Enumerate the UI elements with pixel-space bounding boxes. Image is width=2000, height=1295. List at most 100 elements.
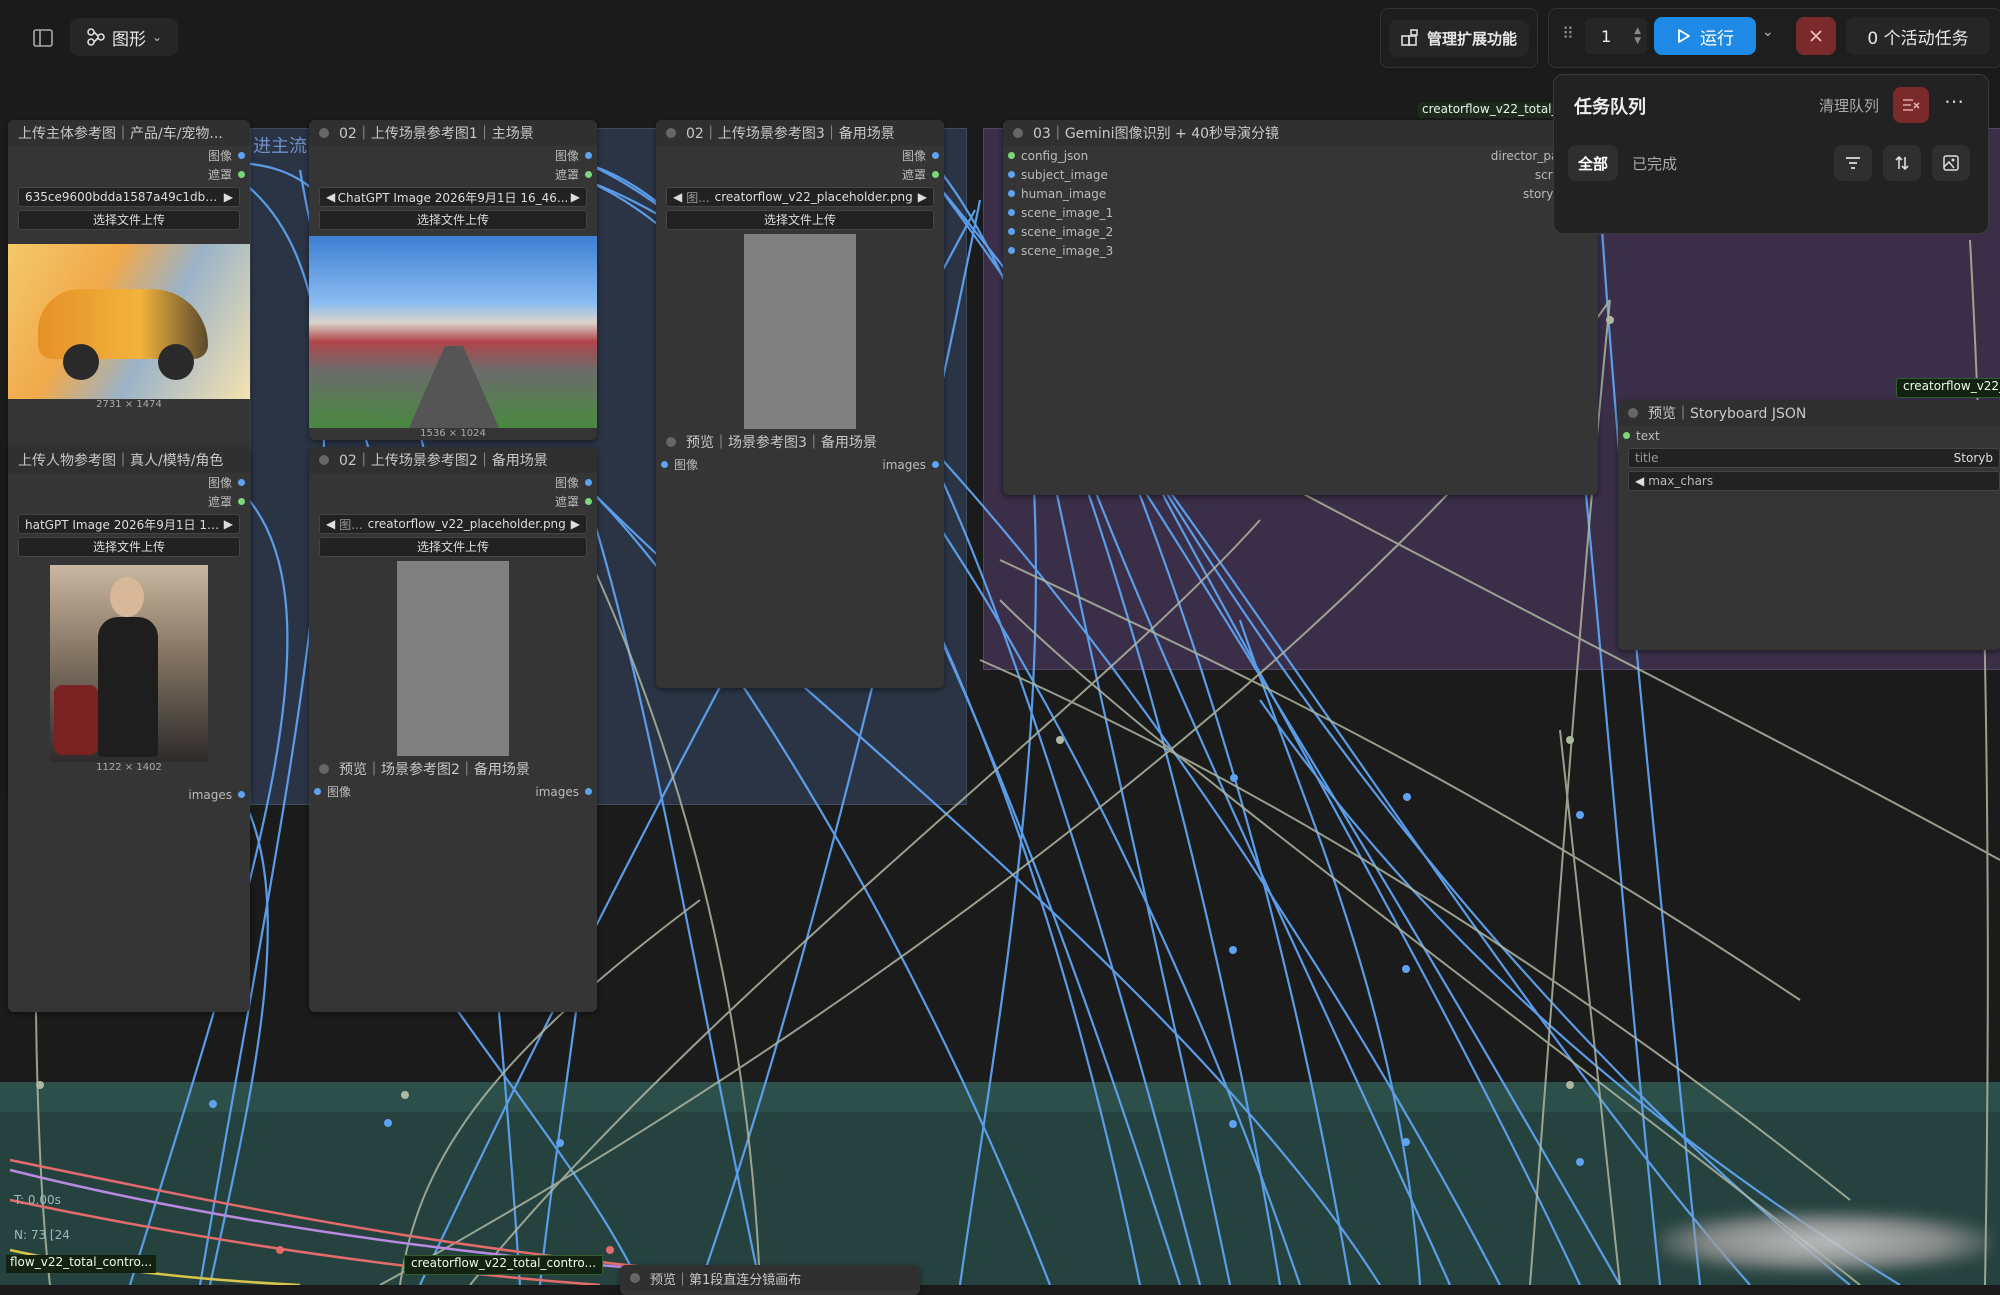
output-image-slot[interactable]: 图像 <box>309 146 597 165</box>
arrow-left-icon[interactable]: ◀ <box>326 190 335 204</box>
upload-button[interactable]: 选择文件上传 <box>18 210 240 230</box>
filter-button[interactable] <box>1834 145 1872 181</box>
node-scene2-upload[interactable]: 02｜上传场景参考图2｜备用场景 图像 遮罩 ◀ 图... creatorflow_… <box>309 447 597 1012</box>
collapse-dot[interactable] <box>630 1273 640 1283</box>
tab-all[interactable]: 全部 <box>1568 145 1618 181</box>
output-images-slot[interactable]: images <box>8 785 250 804</box>
input-slot[interactable]: config_json <box>1003 146 1283 165</box>
output-port[interactable] <box>585 788 592 795</box>
node-title[interactable]: 02｜上传场景参考图2｜备用场景 <box>309 447 597 473</box>
stepper-arrows-icon[interactable]: ▲ ▼ <box>1634 26 1641 46</box>
clear-queue-button[interactable] <box>1893 87 1929 123</box>
node-segment1-preview[interactable]: 预览｜第1段直连分镜画布 <box>620 1265 920 1295</box>
node-storyboard-preview[interactable]: 预览｜Storyboard JSON text title Storyb ◀ max… <box>1618 400 2000 650</box>
output-mask-slot[interactable]: 遮罩 <box>8 165 250 184</box>
input-port[interactable] <box>1008 228 1015 235</box>
output-port[interactable] <box>585 152 592 159</box>
node-title[interactable]: 02｜上传场景参考图1｜主场景 <box>309 120 597 146</box>
input-slot[interactable]: scene_image_1 <box>1003 203 1283 222</box>
upload-button[interactable]: 选择文件上传 <box>18 537 240 557</box>
input-slot[interactable]: scene_image_2 <box>1003 222 1283 241</box>
image-view-button[interactable] <box>1932 145 1970 181</box>
arrow-left-icon[interactable]: ◀ <box>1635 474 1644 488</box>
input-slot[interactable]: human_image <box>1003 184 1283 203</box>
input-image-slot[interactable]: 图像 images <box>309 782 597 801</box>
collapse-dot[interactable] <box>319 764 329 774</box>
output-image-slot[interactable]: 图像 <box>8 146 250 165</box>
run-button[interactable]: 运行 <box>1654 17 1756 55</box>
active-tasks-button[interactable]: 0 个活动任务 <box>1846 17 1990 55</box>
node-scene1-upload[interactable]: 02｜上传场景参考图1｜主场景 图像 遮罩 ◀ ChatGPT Image 202… <box>309 120 597 440</box>
node-person-upload[interactable]: 上传人物参考图｜真人/模特/角色 图像 遮罩 hatGPT Image 2026… <box>8 447 250 1012</box>
manage-extensions-button[interactable]: 管理扩展功能 <box>1380 8 1538 68</box>
batch-count-input[interactable]: 1 ▲ ▼ <box>1585 18 1647 54</box>
output-image-slot[interactable]: 图像 <box>656 146 944 165</box>
arrow-right-icon[interactable]: ▶ <box>571 190 580 204</box>
file-select-widget[interactable]: hatGPT Image 2026年9月1日 16_46...▶ <box>18 514 240 534</box>
output-image-slot[interactable]: 图像 <box>309 473 597 492</box>
node-title[interactable]: 03｜Gemini图像识别 + 40秒导演分镜 <box>1003 120 1598 146</box>
task-queue-panel[interactable]: 任务队列 清理队列 ⋯ 全部 已完成 <box>1553 74 1989 234</box>
output-port[interactable] <box>932 152 939 159</box>
collapse-dot[interactable] <box>319 455 329 465</box>
arrow-left-icon[interactable]: ◀ <box>673 190 682 204</box>
output-port[interactable] <box>238 479 245 486</box>
output-port[interactable] <box>932 171 939 178</box>
more-icon[interactable]: ⋯ <box>1944 89 1964 113</box>
output-mask-slot[interactable]: 遮罩 <box>656 165 944 184</box>
node-gemini-storyboard[interactable]: 03｜Gemini图像识别 + 40秒导演分镜 config_json subj… <box>1003 120 1598 495</box>
sidebar-toggle-button[interactable] <box>24 20 62 56</box>
input-slot[interactable]: scene_image_3 <box>1003 241 1283 260</box>
input-image-slot[interactable]: 图像 images <box>656 455 944 474</box>
input-port[interactable] <box>1008 190 1015 197</box>
node-title[interactable]: 预览｜第1段直连分镜画布 <box>620 1265 920 1291</box>
node-title[interactable]: 02｜上传场景参考图3｜备用场景 <box>656 120 944 146</box>
stop-button[interactable] <box>1796 17 1836 55</box>
output-mask-slot[interactable]: 遮罩 <box>309 165 597 184</box>
node-scene3-upload[interactable]: 02｜上传场景参考图3｜备用场景 图像 遮罩 ◀ 图... creatorflow_… <box>656 120 944 688</box>
clear-queue-label[interactable]: 清理队列 <box>1819 95 1879 116</box>
output-port[interactable] <box>238 171 245 178</box>
collapse-dot[interactable] <box>1013 128 1023 138</box>
output-mask-slot[interactable]: 遮罩 <box>309 492 597 511</box>
node-title[interactable]: 上传人物参考图｜真人/模特/角色 <box>8 447 250 473</box>
input-port[interactable] <box>1623 432 1630 439</box>
title-widget[interactable]: title Storyb <box>1628 448 2000 468</box>
output-mask-slot[interactable]: 遮罩 <box>8 492 250 511</box>
upload-button[interactable]: 选择文件上传 <box>319 537 587 557</box>
input-port[interactable] <box>1008 171 1015 178</box>
input-port[interactable] <box>1008 152 1015 159</box>
tab-completed[interactable]: 已完成 <box>1632 153 1677 174</box>
input-port[interactable] <box>314 788 321 795</box>
arrow-right-icon[interactable]: ▶ <box>571 517 580 531</box>
output-port[interactable] <box>585 498 592 505</box>
view-mode-button[interactable]: 图形 ⌄ <box>70 18 178 56</box>
output-port[interactable] <box>932 461 939 468</box>
node-title[interactable]: 预览｜Storyboard JSON <box>1618 400 2000 426</box>
input-text-slot[interactable]: text <box>1618 426 2000 445</box>
output-port[interactable] <box>238 791 245 798</box>
output-port[interactable] <box>238 498 245 505</box>
output-port[interactable] <box>585 479 592 486</box>
output-image-slot[interactable]: 图像 <box>8 473 250 492</box>
output-port[interactable] <box>585 171 592 178</box>
arrow-right-icon[interactable]: ▶ <box>224 190 233 204</box>
max-chars-widget[interactable]: ◀ max_chars <box>1628 471 2000 491</box>
drag-handle-icon[interactable]: ⠿ <box>1562 24 1574 43</box>
collapse-dot[interactable] <box>666 128 676 138</box>
upload-button[interactable]: 选择文件上传 <box>666 210 934 230</box>
node-title-preview[interactable]: 预览｜场景参考图3｜备用场景 <box>656 429 944 455</box>
input-port[interactable] <box>1008 209 1015 216</box>
file-select-widget[interactable]: ◀ 图... creatorflow_v22_placeholder.png ▶ <box>666 187 934 207</box>
sort-button[interactable] <box>1883 145 1921 181</box>
run-options-chevron-icon[interactable]: ⌄ <box>1762 24 1774 40</box>
input-port[interactable] <box>1008 247 1015 254</box>
upload-button[interactable]: 选择文件上传 <box>319 210 587 230</box>
collapse-dot[interactable] <box>1628 408 1638 418</box>
input-slot[interactable]: subject_image <box>1003 165 1283 184</box>
arrow-right-icon[interactable]: ▶ <box>224 517 233 531</box>
arrow-left-icon[interactable]: ◀ <box>326 517 335 531</box>
file-select-widget[interactable]: ◀ 图... creatorflow_v22_placeholder.png ▶ <box>319 514 587 534</box>
output-port[interactable] <box>238 152 245 159</box>
file-select-widget[interactable]: 635ce9600bdda1587a49c1dbdac ... ▶ <box>18 187 240 207</box>
